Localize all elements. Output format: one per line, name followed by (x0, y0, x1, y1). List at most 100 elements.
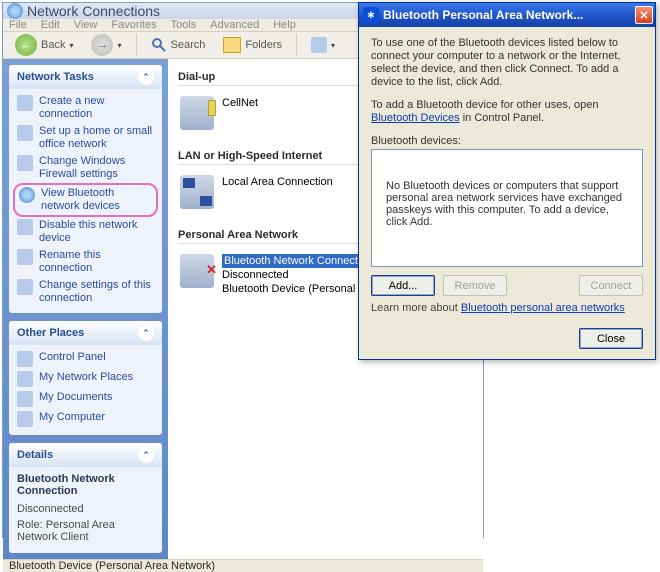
bluetooth-icon: ∗ (363, 7, 379, 23)
details-role: Role: Personal Area Network Client (17, 519, 154, 543)
statusbar: Bluetooth Device (Personal Area Network) (3, 559, 483, 572)
menu-edit[interactable]: Edit (41, 19, 60, 31)
folders-label: Folders (245, 39, 282, 51)
back-label: Back (41, 39, 65, 51)
lan-icon (180, 175, 214, 209)
computer-icon (17, 411, 33, 427)
task-create-connection[interactable]: Create a new connection (17, 95, 154, 121)
bluetooth-devices-listbox[interactable]: No Bluetooth devices or computers that s… (371, 149, 643, 267)
forward-button[interactable]: → ▾ (85, 32, 127, 58)
back-icon: ← (15, 34, 37, 56)
add-button[interactable]: Add... (371, 275, 435, 296)
item-name: Bluetooth Network Connection (222, 254, 375, 268)
panel-header[interactable]: Details ⌃ (9, 443, 162, 467)
chevron-down-icon[interactable]: ▾ (117, 41, 121, 50)
bluetooth-pan-dialog: ∗ Bluetooth Personal Area Network... ✕ T… (358, 2, 656, 360)
statusbar-text: Bluetooth Device (Personal Area Network) (9, 560, 215, 572)
empty-list-message: No Bluetooth devices or computers that s… (386, 180, 622, 228)
task-label: View Bluetooth network devices (41, 187, 152, 213)
views-icon (311, 37, 327, 53)
modem-icon (180, 96, 214, 130)
connect-button: Connect (579, 275, 643, 296)
item-name: Local Area Connection (222, 175, 333, 189)
place-label: Control Panel (39, 351, 106, 364)
back-button[interactable]: ← Back ▾ (9, 32, 79, 58)
menu-tools[interactable]: Tools (171, 19, 197, 31)
task-label: Set up a home or small office network (39, 125, 154, 151)
dialog-titlebar: ∗ Bluetooth Personal Area Network... ✕ (359, 3, 655, 27)
panel-title: Network Tasks (17, 71, 94, 83)
menu-advanced[interactable]: Advanced (210, 19, 259, 31)
bluetooth-connection-icon (180, 254, 214, 288)
task-settings[interactable]: Change settings of this connection (17, 279, 154, 305)
learn-more-link[interactable]: Bluetooth personal area networks (461, 302, 625, 314)
panel-body: Control Panel My Network Places My Docum… (9, 345, 162, 435)
chevron-down-icon[interactable]: ▾ (331, 41, 335, 50)
close-dialog-button[interactable]: Close (579, 328, 643, 349)
task-disable[interactable]: Disable this network device (17, 219, 154, 245)
item-status: Disconnected (222, 268, 375, 282)
search-icon (151, 37, 167, 53)
bluetooth-globe-icon (19, 187, 35, 203)
folder-icon (223, 37, 241, 53)
rename-icon (17, 249, 33, 265)
menu-view[interactable]: View (74, 19, 98, 31)
dialog-add-hint: To add a Bluetooth device for other uses… (371, 99, 643, 125)
panel-header[interactable]: Other Places ⌃ (9, 321, 162, 345)
place-my-computer[interactable]: My Computer (17, 411, 154, 427)
list-label: Bluetooth devices: (371, 135, 643, 147)
network-places-icon (17, 371, 33, 387)
menu-file[interactable]: File (9, 19, 27, 31)
place-control-panel[interactable]: Control Panel (17, 351, 154, 367)
close-button[interactable]: ✕ (635, 6, 653, 24)
toolbar-divider (296, 34, 297, 56)
network-tasks-panel: Network Tasks ⌃ Create a new connection … (9, 65, 162, 313)
collapse-icon[interactable]: ⌃ (138, 447, 154, 463)
task-setup-network[interactable]: Set up a home or small office network (17, 125, 154, 151)
bluetooth-devices-link[interactable]: Bluetooth Devices (371, 112, 460, 124)
dialog-title: Bluetooth Personal Area Network... (383, 8, 631, 22)
details-title: Bluetooth Network Connection (17, 473, 154, 497)
collapse-icon[interactable]: ⌃ (138, 325, 154, 341)
details-body: Bluetooth Network Connection Disconnecte… (9, 467, 162, 553)
item-name: CellNet (222, 96, 258, 110)
panel-title: Details (17, 449, 53, 461)
dialog-body: To use one of the Bluetooth devices list… (359, 27, 655, 322)
search-label: Search (171, 39, 206, 51)
place-label: My Documents (39, 391, 112, 404)
documents-icon (17, 391, 33, 407)
chevron-down-icon[interactable]: ▾ (69, 41, 73, 50)
place-network-places[interactable]: My Network Places (17, 371, 154, 387)
details-panel: Details ⌃ Bluetooth Network Connection D… (9, 443, 162, 553)
other-places-panel: Other Places ⌃ Control Panel My Network … (9, 321, 162, 435)
panel-body: Create a new connection Set up a home or… (9, 89, 162, 313)
folders-button[interactable]: Folders (217, 35, 288, 55)
task-rename[interactable]: Rename this connection (17, 249, 154, 275)
firewall-icon (17, 155, 33, 171)
wizard-icon (17, 95, 33, 111)
details-status: Disconnected (17, 503, 154, 515)
dialog-intro: To use one of the Bluetooth devices list… (371, 37, 643, 89)
views-button[interactable]: ▾ (305, 35, 341, 55)
search-button[interactable]: Search (145, 35, 212, 55)
place-label: My Network Places (39, 371, 133, 384)
properties-icon (17, 279, 33, 295)
collapse-icon[interactable]: ⌃ (138, 69, 154, 85)
disable-icon (17, 219, 33, 235)
toolbar-divider (136, 34, 137, 56)
window-title: Network Connections (27, 3, 160, 19)
task-label: Create a new connection (39, 95, 154, 121)
task-firewall[interactable]: Change Windows Firewall settings (17, 155, 154, 181)
forward-icon: → (91, 34, 113, 56)
menu-favorites[interactable]: Favorites (111, 19, 156, 31)
place-my-documents[interactable]: My Documents (17, 391, 154, 407)
panel-header[interactable]: Network Tasks ⌃ (9, 65, 162, 89)
task-label: Disable this network device (39, 219, 154, 245)
place-label: My Computer (39, 411, 105, 424)
task-view-bluetooth[interactable]: View Bluetooth network devices (13, 183, 158, 217)
app-icon (7, 3, 23, 19)
sidebar: Network Tasks ⌃ Create a new connection … (3, 59, 168, 559)
learn-more: Learn more about Bluetooth personal area… (371, 302, 643, 314)
task-label: Change settings of this connection (39, 279, 154, 305)
menu-help[interactable]: Help (273, 19, 296, 31)
